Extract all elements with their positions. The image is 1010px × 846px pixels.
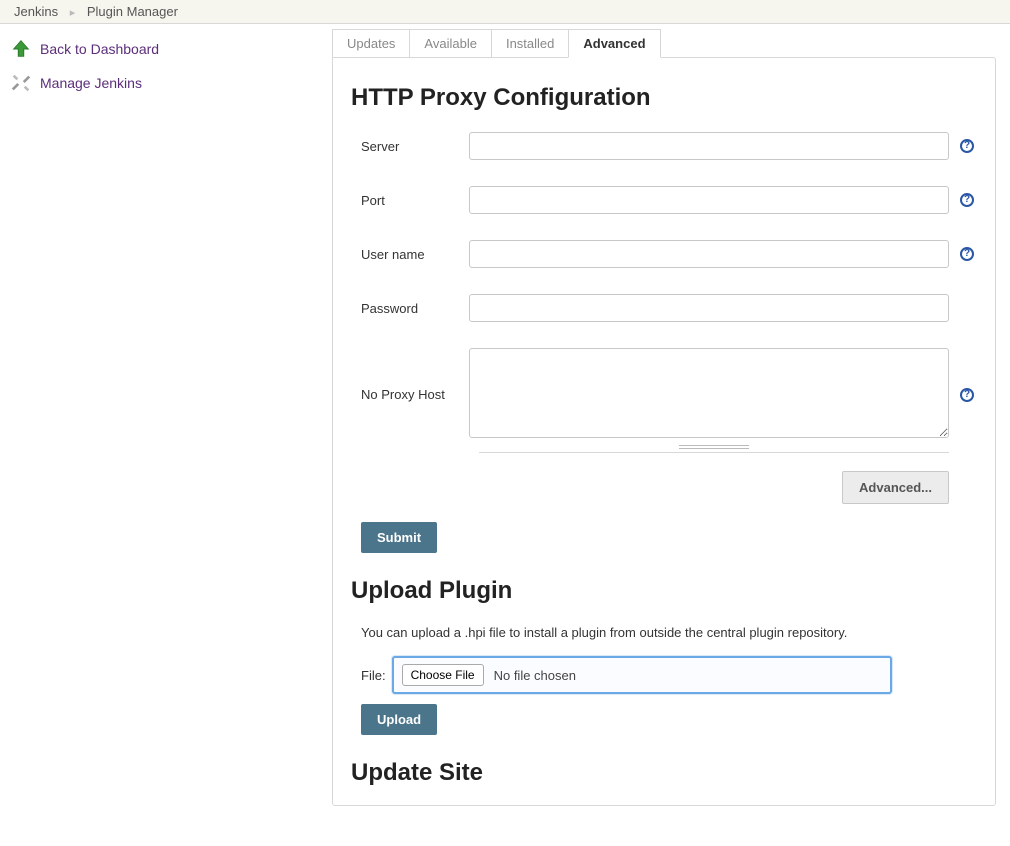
sidebar: Back to Dashboard Manage Jenkins: [0, 24, 320, 846]
row-password: Password: [351, 294, 977, 322]
file-status: No file chosen: [494, 668, 576, 683]
breadcrumb: Jenkins ▸ Plugin Manager: [0, 0, 1010, 24]
label-noproxy: No Proxy Host: [351, 387, 469, 402]
resize-handle[interactable]: [479, 445, 949, 453]
input-server[interactable]: [469, 132, 949, 160]
main: Updates Available Installed Advanced HTT…: [320, 24, 1010, 846]
help-icon[interactable]: ?: [960, 139, 974, 153]
help-icon[interactable]: ?: [960, 247, 974, 261]
row-file: File: Choose File No file chosen: [361, 656, 977, 694]
input-port[interactable]: [469, 186, 949, 214]
panel-advanced: HTTP Proxy Configuration Server ? Port ?…: [332, 57, 996, 806]
tab-advanced[interactable]: Advanced: [568, 29, 660, 58]
label-server: Server: [351, 139, 469, 154]
upload-description: You can upload a .hpi file to install a …: [361, 625, 977, 640]
label-port: Port: [351, 193, 469, 208]
input-password[interactable]: [469, 294, 949, 322]
tabs: Updates Available Installed Advanced: [332, 28, 1002, 57]
textarea-noproxy[interactable]: [469, 348, 949, 438]
chevron-right-icon: ▸: [70, 7, 76, 19]
up-arrow-icon: [10, 38, 32, 60]
file-input[interactable]: Choose File No file chosen: [392, 656, 892, 694]
heading-proxy: HTTP Proxy Configuration: [351, 84, 977, 112]
breadcrumb-plugin-manager[interactable]: Plugin Manager: [87, 4, 178, 19]
advanced-button[interactable]: Advanced...: [842, 471, 949, 504]
sidebar-item-manage-jenkins[interactable]: Manage Jenkins: [10, 68, 320, 102]
label-username: User name: [351, 247, 469, 262]
submit-button[interactable]: Submit: [361, 522, 437, 553]
sidebar-item-label[interactable]: Back to Dashboard: [40, 41, 159, 57]
tools-icon: [10, 72, 32, 94]
tab-updates[interactable]: Updates: [332, 29, 410, 58]
tab-installed[interactable]: Installed: [491, 29, 569, 58]
tab-available[interactable]: Available: [409, 29, 492, 58]
row-noproxy: No Proxy Host ?: [351, 348, 977, 441]
sidebar-item-back-to-dashboard[interactable]: Back to Dashboard: [10, 34, 320, 68]
heading-upload: Upload Plugin: [351, 577, 977, 605]
row-port: Port ?: [351, 186, 977, 214]
help-icon[interactable]: ?: [960, 388, 974, 402]
label-password: Password: [351, 301, 469, 316]
upload-button[interactable]: Upload: [361, 704, 437, 735]
input-username[interactable]: [469, 240, 949, 268]
breadcrumb-jenkins[interactable]: Jenkins: [14, 4, 58, 19]
row-server: Server ?: [351, 132, 977, 160]
sidebar-item-label[interactable]: Manage Jenkins: [40, 75, 142, 91]
row-username: User name ?: [351, 240, 977, 268]
label-file: File:: [361, 668, 386, 683]
help-icon[interactable]: ?: [960, 193, 974, 207]
heading-update-site: Update Site: [351, 759, 977, 787]
choose-file-button[interactable]: Choose File: [402, 664, 484, 686]
